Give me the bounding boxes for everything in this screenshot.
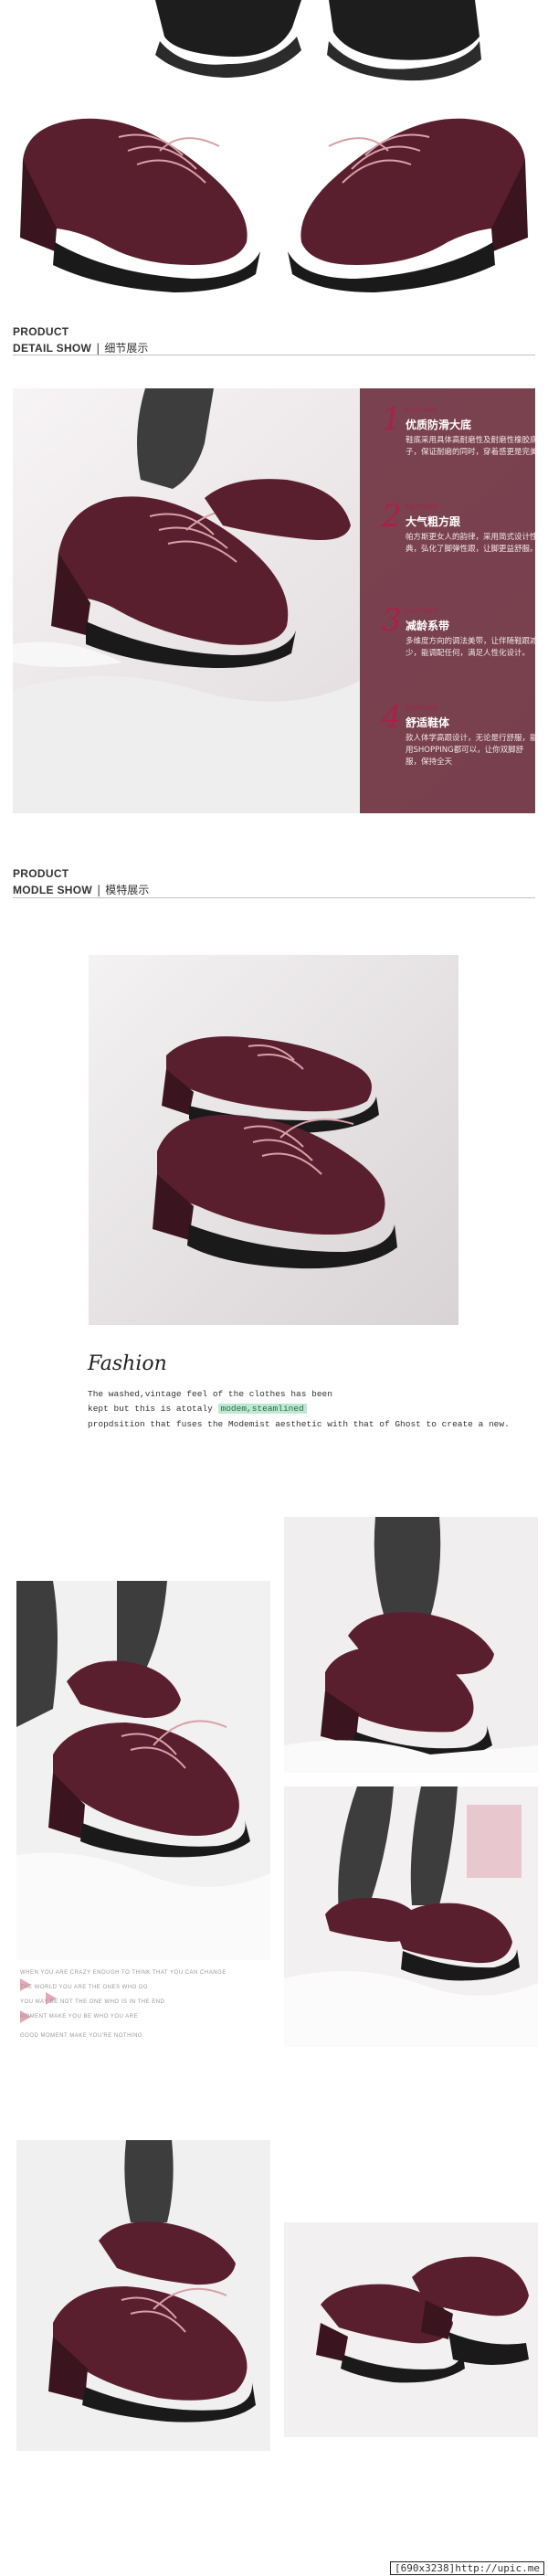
fashion-text-line3: propdsition that fuses the Modemist aest… (88, 1419, 510, 1429)
feature-item-1: 1 FEATURE 优质防滑大底 鞋底采用具体高耐磨性及耐磨性橡胶底子，保证耐磨… (382, 404, 538, 477)
feature-number: 4 (382, 699, 402, 736)
fashion-title: Fashion (88, 1352, 167, 1375)
feature-item-3: 3 FEATURE 减龄系带 多维度方向的调法美带，让伴随鞋跟减少，能调配任何，… (382, 605, 538, 678)
feature-tag: FEATURE (406, 408, 438, 414)
watermark-text-line: GOOD MOMENT MAKE YOU'RE NOTHING (20, 2033, 143, 2039)
hero-product-photo (0, 0, 548, 302)
model-header-divider: | (97, 884, 101, 896)
detail-header-en-line1: PRODUCT (13, 325, 69, 338)
model-photo-left-tall (16, 1581, 270, 1960)
feature-number: 1 (382, 401, 402, 438)
watermark-text-line: MOMENT MAKE YOU BE WHO YOU ARE (20, 2014, 139, 2019)
feature-title: 减龄系带 (406, 620, 450, 632)
fashion-text-line1: The washed,vintage feel of the clothes h… (88, 1389, 332, 1399)
feature-number: 3 (382, 602, 402, 639)
model-section-divider (13, 897, 535, 898)
feature-item-4: 4 FEATURE 舒适鞋体 款人体学高跟设计，无论是行舒服，能用SHOPPIN… (382, 702, 538, 775)
feature-tag: FEATURE (406, 705, 438, 712)
model-photo-pair (89, 955, 458, 1325)
model-photo-bottom-right (284, 2222, 538, 2437)
feature-title: 大气粗方跟 (406, 515, 461, 528)
model-header-en-line1: PRODUCT (13, 867, 69, 880)
feature-desc: 多维度方向的调法美带，让伴随鞋跟减少，能调配任何，满足人性化设计。 (406, 637, 538, 658)
model-header-cn: 模特展示 (105, 884, 150, 896)
detail-section-header: PRODUCT DETAIL SHOW | 细节展示 (13, 326, 148, 355)
watermark-text-line: WHEN YOU ARE CRAZY ENOUGH TO THINK THAT … (20, 1970, 227, 1976)
detail-header-divider: | (96, 342, 100, 355)
watermark-text-line: YOU MAY BE NOT THE ONE WHO IS IN THE END (20, 1999, 165, 2005)
detail-header-en-line2: DETAIL SHOW (13, 342, 92, 355)
feature-title: 优质防滑大底 (406, 419, 472, 431)
feature-tag: FEATURE (406, 504, 438, 511)
feature-title: 舒适鞋体 (406, 716, 450, 729)
fashion-text-line2: kept but this is atotaly modem,steamline… (88, 1404, 307, 1414)
model-header-en-line2: MODLE SHOW (13, 884, 92, 896)
feature-item-2: 2 FEATURE 大气粗方跟 帕方斯更女人的韵律，采用简式设计性典，弘化了脚弹… (382, 501, 538, 574)
watermark-text-line: THE WORLD YOU ARE THE ONES WHO DO (20, 1985, 148, 1990)
fashion-text-line2-pre: kept but this is atotaly (88, 1404, 218, 1414)
footer-watermark: [690x3238]http://upic.me (390, 2561, 544, 2575)
fashion-highlight: modem,steamlined (217, 1404, 307, 1414)
model-photo-right-bottom (284, 1786, 538, 2047)
model-photo-right-top (284, 1517, 538, 1773)
feature-tag: FEATURE (406, 609, 438, 615)
detail-header-cn: 细节展示 (104, 342, 149, 355)
model-photo-bottom-left (16, 2140, 270, 2451)
feature-desc: 帕方斯更女人的韵律，采用简式设计性典，弘化了脚弹性跟，让脚更益舒服。 (406, 533, 538, 554)
feature-number: 2 (382, 498, 402, 535)
feature-desc: 款人体学高跟设计，无论是行舒服，能用SHOPPING都可以，让你双脚舒服，保持全… (406, 734, 538, 767)
feature-desc: 鞋底采用具体高耐磨性及耐磨性橡胶底子，保证耐磨的同时，穿着感更是完美 (406, 436, 538, 457)
model-section-header: PRODUCT MODLE SHOW | 模特展示 (13, 868, 149, 897)
